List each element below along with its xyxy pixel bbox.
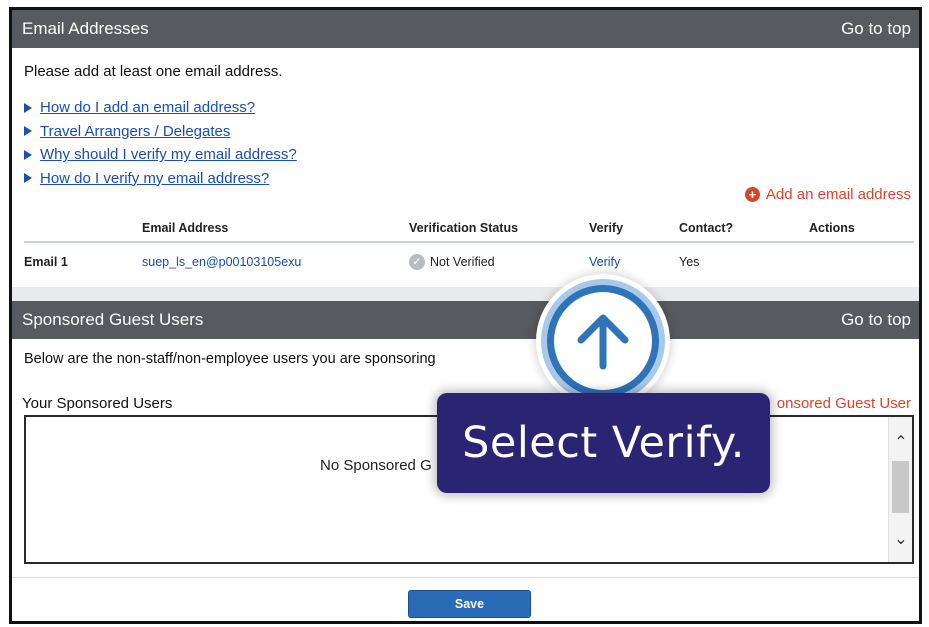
email-address-link[interactable]: suep_ls_en@p00103105exu <box>142 255 301 269</box>
email-row-label: Email 1 <box>24 254 68 269</box>
help-link-add-email[interactable]: How do I add an email address? <box>24 96 297 120</box>
column-header-label <box>24 214 142 243</box>
help-links-list: How do I add an email address? Travel Ar… <box>24 96 297 190</box>
expand-triangle-icon <box>24 173 32 184</box>
save-button[interactable]: Save <box>408 590 531 618</box>
profile-panel: Email Addresses Go to top Please add at … <box>9 7 922 624</box>
callout-pointer <box>541 279 665 403</box>
up-arrow-icon <box>554 292 652 390</box>
check-circle-icon: ✓ <box>409 253 425 270</box>
email-go-to-top-link[interactable]: Go to top <box>841 19 911 39</box>
column-header-email: Email Address <box>142 214 409 243</box>
sponsored-users-label: Your Sponsored Users <box>22 395 173 412</box>
section-divider <box>12 287 919 301</box>
sponsored-list-scrollbar[interactable]: ⌃ ⌄ <box>888 417 912 562</box>
chevron-down-icon[interactable]: ⌄ <box>889 528 913 552</box>
verification-status: ✓ Not Verified <box>409 253 495 270</box>
sponsored-users-empty-text: No Sponsored G <box>320 457 432 474</box>
sponsored-go-to-top-link[interactable]: Go to top <box>841 310 911 330</box>
add-sponsored-guest-user-link[interactable]: onsored Guest User <box>777 395 911 412</box>
footer-bar: Save <box>12 577 919 621</box>
expand-triangle-icon <box>24 126 32 137</box>
email-section-title: Email Addresses <box>22 19 149 38</box>
column-header-contact: Contact? <box>679 214 799 243</box>
help-link-how-verify[interactable]: How do I verify my email address? <box>24 167 297 191</box>
expand-triangle-icon <box>24 149 32 160</box>
email-section-header: Email Addresses Go to top <box>12 10 919 48</box>
sponsored-intro-text: Below are the non-staff/non-employee use… <box>24 351 436 367</box>
table-row: Email 1 suep_ls_en@p00103105exu ✓ Not Ver… <box>24 242 914 280</box>
column-header-verify: Verify <box>589 214 679 243</box>
scrollbar-thumb[interactable] <box>892 461 909 513</box>
help-link-travel-arrangers[interactable]: Travel Arrangers / Delegates <box>24 120 297 144</box>
column-header-actions: Actions <box>799 214 914 243</box>
email-intro-text: Please add at least one email address. <box>24 63 283 80</box>
chevron-up-icon[interactable]: ⌃ <box>889 431 913 455</box>
expand-triangle-icon <box>24 102 32 113</box>
contact-value: Yes <box>679 254 700 269</box>
sponsored-section-header: Sponsored Guest Users Go to top <box>12 301 919 339</box>
verification-status-text: Not Verified <box>430 254 495 269</box>
callout-text: Select Verify. <box>462 418 745 468</box>
callout-instruction: Select Verify. <box>437 393 770 493</box>
help-link-why-verify[interactable]: Why should I verify my email address? <box>24 143 297 167</box>
sponsored-section-title: Sponsored Guest Users <box>22 310 204 329</box>
plus-circle-icon: + <box>744 187 760 202</box>
actions-cell <box>799 242 914 280</box>
email-table-header: Email Address Verification Status Verify… <box>24 214 914 243</box>
add-email-button[interactable]: + Add an email address <box>744 186 911 203</box>
add-email-label: Add an email address <box>765 186 911 203</box>
email-table: Email Address Verification Status Verify… <box>24 214 914 280</box>
verify-link[interactable]: Verify <box>589 255 620 269</box>
column-header-verification-status: Verification Status <box>409 214 589 243</box>
